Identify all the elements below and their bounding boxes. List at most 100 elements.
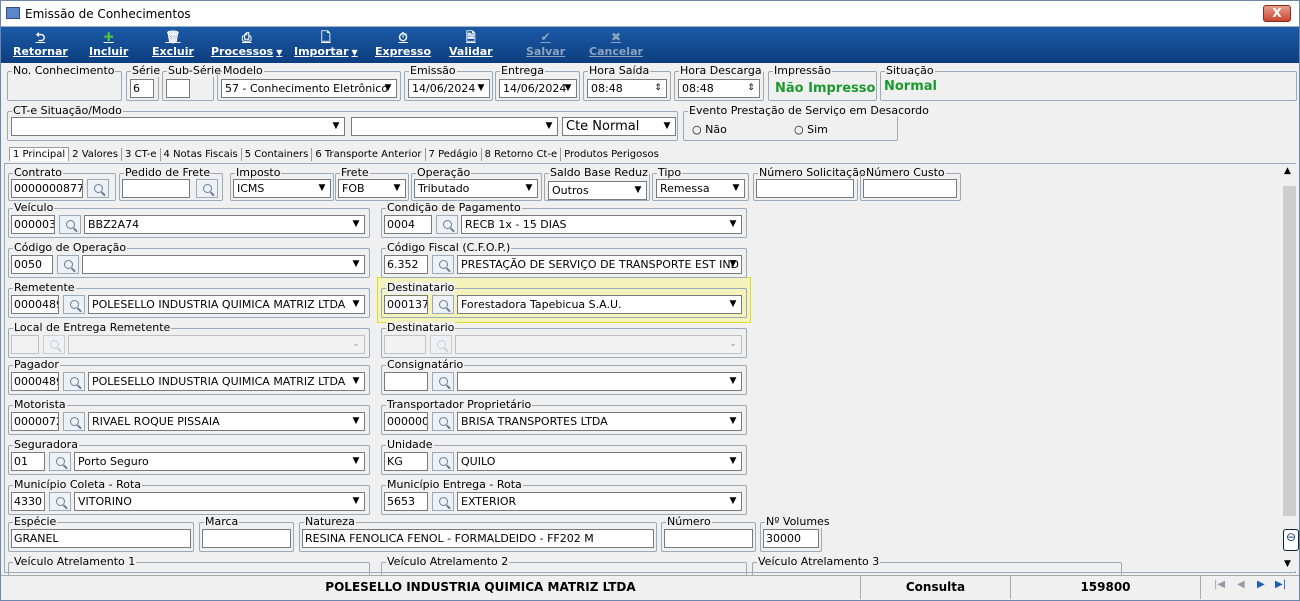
imposto-select[interactable]: ICMS ▼ (233, 179, 331, 198)
operacao-select[interactable]: Tributado ▼ (414, 179, 538, 198)
transp-proprietario-lookup-button[interactable] (432, 412, 454, 431)
emissao-date[interactable]: 14/06/2024 ▼ (408, 79, 490, 98)
destinatario2-lookup-button[interactable] (430, 335, 452, 354)
contrato-field[interactable]: 0000000877 (11, 179, 83, 198)
pedido-frete-field[interactable] (122, 179, 190, 198)
marca-field[interactable] (202, 529, 291, 548)
cond-pagamento-select[interactable]: RECB 1x - 15 DIAS ▼ (461, 215, 742, 234)
especie-field[interactable]: GRANEL (11, 529, 191, 548)
pagador-lookup-button[interactable] (63, 372, 85, 391)
cod-operacao-lookup-button[interactable] (57, 255, 79, 274)
pedido-frete-lookup-button[interactable] (196, 179, 218, 198)
destinatario2-select[interactable]: ⌄ (455, 335, 742, 354)
unidade-code-field[interactable]: KG (384, 452, 428, 471)
radio-nao[interactable]: ○ Não (692, 123, 727, 136)
destinatario2-code-field[interactable] (384, 335, 426, 354)
veiculo-lookup-button[interactable] (59, 215, 81, 234)
cond-pagamento-lookup-button[interactable] (436, 215, 458, 234)
next-record-icon[interactable]: ▶ (1257, 579, 1265, 590)
close-button[interactable]: X (1263, 5, 1291, 22)
tab-containers[interactable]: 5 Containers (242, 148, 313, 161)
volumes-field[interactable]: 30000 (763, 529, 819, 548)
transp-proprietario-code-field[interactable]: 0000001 (384, 412, 428, 431)
cte-situacao-select[interactable]: ▼ (11, 117, 345, 136)
tab-pedagio[interactable]: 7 Pedágio (426, 148, 482, 161)
tab-cte[interactable]: 3 CT-e (122, 148, 161, 161)
consignatario-code-field[interactable] (384, 372, 428, 391)
destinatario-select[interactable]: Forestadora Tapebicua S.A.U. ▼ (457, 295, 742, 314)
remetente-lookup-button[interactable] (63, 295, 85, 314)
importar-button[interactable]: 🗋 Importar ▼ (294, 29, 358, 60)
consignatario-select[interactable]: ▼ (457, 372, 742, 391)
cte-status-select[interactable]: ▼ (351, 117, 558, 136)
mun-entrega-code-field[interactable]: 5653 (384, 492, 428, 511)
destinatario-code-field[interactable]: 0001373 (384, 295, 428, 314)
expresso-button[interactable]: ⏱ Expresso (375, 29, 431, 59)
cte-modo-select[interactable]: Cte Normal ▼ (562, 117, 676, 136)
mun-entrega-select[interactable]: EXTERIOR ▼ (457, 492, 742, 511)
vertical-scrollbar[interactable]: ▲ ▼ (1281, 164, 1298, 571)
local-entrega-code-field[interactable] (11, 335, 39, 354)
spinner-icon[interactable]: ⇕ (743, 80, 759, 97)
local-entrega-lookup-button[interactable] (43, 335, 65, 354)
entrega-date[interactable]: 14/06/2024 ▼ (499, 79, 577, 98)
excluir-button[interactable]: 🗑 Excluir (152, 29, 194, 59)
mun-coleta-lookup-button[interactable] (49, 492, 71, 511)
spinner-icon[interactable]: ⇕ (650, 80, 666, 97)
pagador-select[interactable]: POLESELLO INDUSTRIA QUIMICA MATRIZ LTDA ▼ (88, 372, 365, 391)
cfop-code-field[interactable]: 6.352 (384, 255, 428, 274)
cfop-lookup-button[interactable] (432, 255, 454, 274)
salvar-button[interactable]: ✔ Salvar (526, 29, 565, 59)
sub-serie-field[interactable] (166, 79, 190, 98)
motorista-lookup-button[interactable] (63, 412, 85, 431)
frete-select[interactable]: FOB ▼ (338, 179, 406, 198)
unidade-lookup-button[interactable] (432, 452, 454, 471)
hora-descarga-field[interactable]: 08:48 ⇕ (678, 79, 760, 98)
cod-operacao-code-field[interactable]: 0050 (11, 255, 53, 274)
natureza-field[interactable]: RESINA FENOLICA FENOL - FORMALDEIDO - FF… (302, 529, 654, 548)
cod-operacao-select[interactable]: ▼ (82, 255, 365, 274)
veiculo-select[interactable]: BBZ2A74 ▼ (84, 215, 365, 234)
remetente-select[interactable]: POLESELLO INDUSTRIA QUIMICA MATRIZ LTDA ▼ (88, 295, 365, 314)
numero-field[interactable] (664, 529, 753, 548)
tab-retorno-cte[interactable]: 8 Retorno Ct-e (482, 148, 562, 161)
validar-button[interactable]: 🗎 Validar (449, 29, 493, 59)
tipo-select[interactable]: Remessa ▼ (656, 179, 745, 198)
scroll-up-icon[interactable]: ▲ (1284, 166, 1291, 176)
mun-coleta-select[interactable]: VITORINO ▼ (74, 492, 365, 511)
destinatario-lookup-button[interactable] (432, 295, 454, 314)
transp-proprietario-select[interactable]: BRISA TRANSPORTES LTDA ▼ (457, 412, 742, 431)
hora-saida-field[interactable]: 08:48 ⇕ (587, 79, 667, 98)
serie-field[interactable]: 6 (130, 79, 154, 98)
numero-solicitacao-field[interactable] (756, 179, 854, 198)
prev-record-icon[interactable]: ◀ (1237, 579, 1245, 590)
cond-pagamento-code-field[interactable]: 0004 (384, 215, 432, 234)
contrato-lookup-button[interactable] (87, 179, 109, 198)
tab-notas-fiscais[interactable]: 4 Notas Fiscais (161, 148, 242, 161)
tab-principal[interactable]: 1 Principal (9, 147, 70, 161)
cfop-select[interactable]: PRESTAÇÃO DE SERVIÇO DE TRANSPORTE EST I… (457, 255, 742, 274)
mun-entrega-lookup-button[interactable] (432, 492, 454, 511)
seguradora-select[interactable]: Porto Seguro ▼ (74, 452, 365, 471)
side-panel-icon[interactable]: ⊖ (1283, 529, 1299, 551)
mun-coleta-code-field[interactable]: 4330 (11, 492, 45, 511)
consignatario-lookup-button[interactable] (432, 372, 454, 391)
unidade-select[interactable]: QUILO ▼ (457, 452, 742, 471)
numero-custo-field[interactable] (863, 179, 957, 198)
cancelar-button[interactable]: ✖ Cancelar (589, 29, 643, 59)
radio-sim[interactable]: ○ Sim (794, 123, 828, 136)
incluir-button[interactable]: ✚ Incluir (89, 29, 128, 59)
seguradora-lookup-button[interactable] (49, 452, 71, 471)
last-record-icon[interactable]: ▶| (1275, 579, 1286, 590)
motorista-code-field[interactable]: 0000072 (11, 412, 59, 431)
motorista-select[interactable]: RIVAEL ROQUE PISSAIA ▼ (88, 412, 365, 431)
saldo-base-select[interactable]: Outros ▼ (548, 181, 647, 200)
local-entrega-select[interactable]: ⌄ (68, 335, 365, 354)
scroll-thumb[interactable] (1283, 186, 1296, 516)
processos-button[interactable]: ⎙ Processos ▼ (211, 29, 282, 60)
first-record-icon[interactable]: |◀ (1214, 579, 1225, 590)
tab-produtos-perigosos[interactable]: Produtos Perigosos (561, 148, 662, 161)
modelo-select[interactable]: 57 - Conhecimento Eletrônico ▼ (221, 79, 397, 98)
tab-valores[interactable]: 2 Valores (69, 148, 123, 161)
remetente-code-field[interactable]: 0000489 (11, 295, 59, 314)
